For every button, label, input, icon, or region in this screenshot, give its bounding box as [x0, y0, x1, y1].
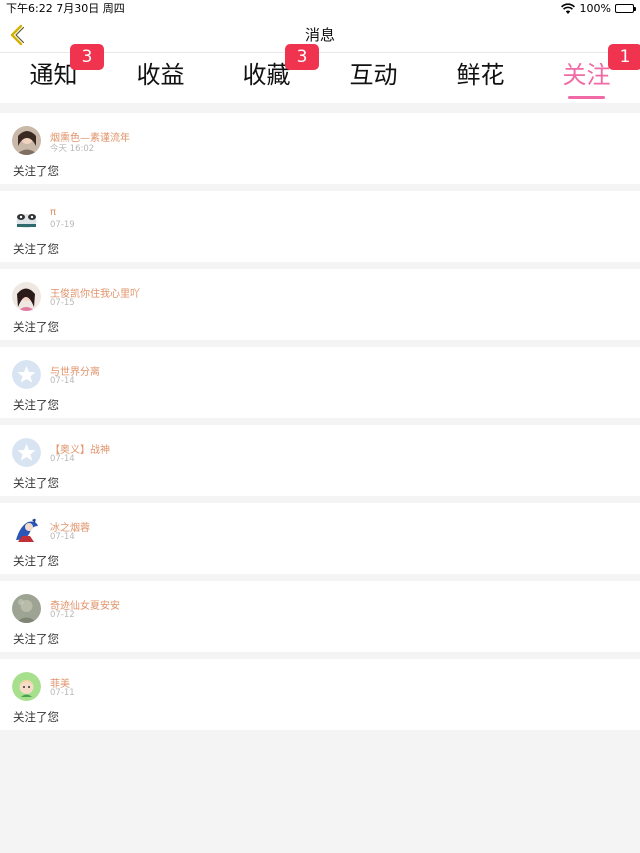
timestamp: 07-15: [50, 298, 75, 308]
tab-earnings[interactable]: 收益: [107, 53, 214, 103]
avatar[interactable]: [12, 204, 41, 233]
wifi-icon: [560, 2, 575, 14]
tab-interactions[interactable]: 互动: [320, 53, 427, 103]
photo-avatar-girl: [12, 282, 41, 311]
message-text: 关注了您: [13, 398, 59, 412]
timestamp: 07-11: [50, 688, 75, 698]
avatar[interactable]: [12, 516, 41, 545]
avatar[interactable]: [12, 594, 41, 623]
timestamp: 07-14: [50, 532, 75, 542]
user-name[interactable]: π: [50, 207, 56, 218]
tab-bar: 通知 3 收益 收藏 3 互动 鲜花 关注 1: [0, 44, 640, 103]
default-star-avatar: [12, 360, 41, 389]
message-text: 关注了您: [13, 554, 59, 568]
photo-avatar-girl: [12, 126, 41, 155]
tab-label: 互动: [349, 61, 398, 89]
active-tab-indicator: [568, 96, 605, 99]
list-item[interactable]: 奇迹仙女夏安安 07-12 关注了您: [0, 581, 640, 652]
avatar[interactable]: [12, 438, 41, 467]
message-text: 关注了您: [13, 476, 59, 490]
list-item[interactable]: π 07-19 关注了您: [0, 191, 640, 262]
tab-badge: 3: [70, 44, 104, 70]
message-text: 关注了您: [13, 164, 59, 178]
tab-flowers[interactable]: 鲜花: [427, 53, 534, 103]
message-text: 关注了您: [13, 320, 59, 334]
timestamp: 07-19: [50, 220, 75, 230]
cartoon-panda-avatar: [12, 204, 41, 233]
tab-label: 收益: [136, 61, 185, 89]
status-time: 下午6:22 7月30日 周四: [6, 2, 125, 15]
tab-follows[interactable]: 关注 1: [533, 44, 640, 103]
tab-badge: 1: [608, 44, 640, 70]
list-item[interactable]: 王俊凯你住我心里吖 07-15 关注了您: [0, 269, 640, 340]
anime-green-avatar: [12, 672, 41, 701]
status-right: 100%: [560, 0, 636, 17]
photo-avatar-grey: [12, 594, 41, 623]
avatar[interactable]: [12, 282, 41, 311]
list-item[interactable]: 冰之烟蓉 07-14 关注了您: [0, 503, 640, 574]
default-star-avatar: [12, 438, 41, 467]
status-bar: 下午6:22 7月30日 周四 100%: [0, 0, 640, 17]
avatar[interactable]: [12, 126, 41, 155]
tab-notifications[interactable]: 通知 3: [0, 44, 107, 103]
tab-badge: 3: [285, 44, 319, 70]
list-item[interactable]: 与世界分离 07-14 关注了您: [0, 347, 640, 418]
list-item[interactable]: 【奥义】战神 07-14 关注了您: [0, 425, 640, 496]
tab-label: 鲜花: [456, 61, 505, 89]
list-item[interactable]: 烟熏色—素谨流年 今天 16:02 关注了您: [0, 113, 640, 184]
avatar[interactable]: [12, 672, 41, 701]
message-text: 关注了您: [13, 632, 59, 646]
avatar[interactable]: [12, 360, 41, 389]
chevron-left-icon: [10, 24, 25, 46]
timestamp: 07-12: [50, 610, 75, 620]
timestamp: 07-14: [50, 454, 75, 464]
tab-favorites[interactable]: 收藏 3: [213, 44, 320, 103]
list-item[interactable]: 菲美 07-11 关注了您: [0, 659, 640, 730]
battery-icon: [615, 4, 636, 13]
message-text: 关注了您: [13, 242, 59, 256]
message-text: 关注了您: [13, 710, 59, 724]
timestamp: 今天 16:02: [50, 144, 95, 154]
back-button[interactable]: [6, 21, 28, 49]
anime-blue-avatar: [12, 516, 41, 545]
battery-percent: 100%: [579, 2, 611, 15]
timestamp: 07-14: [50, 376, 75, 386]
